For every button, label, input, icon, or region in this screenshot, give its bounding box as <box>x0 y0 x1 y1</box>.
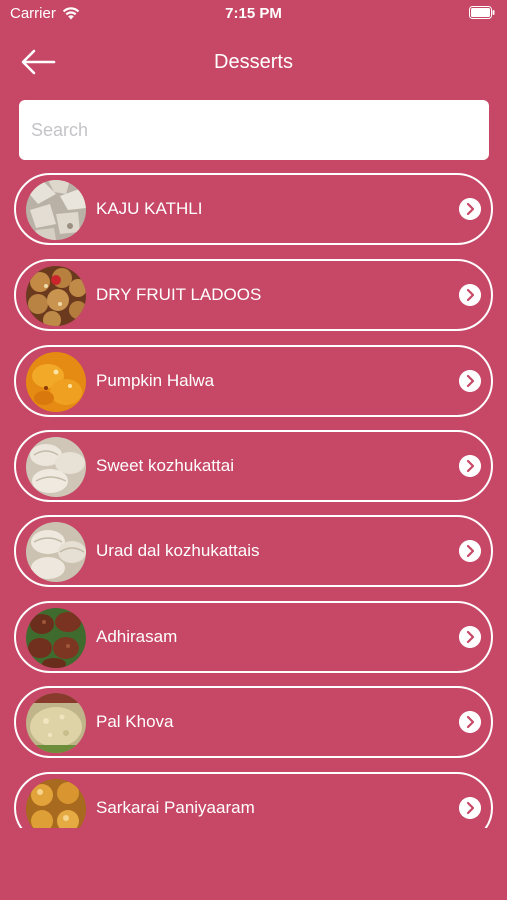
list-item[interactable]: Adhirasam <box>14 601 493 673</box>
chevron-right-icon <box>459 711 481 733</box>
pal-khova-thumbnail <box>26 693 86 753</box>
list-item-label: Pal Khova <box>96 712 174 731</box>
list-item[interactable]: Pal Khova <box>14 686 493 758</box>
navigation-bar: Desserts <box>0 30 507 94</box>
list-item-label: KAJU KATHLI <box>96 199 203 218</box>
list-item-label: Pumpkin Halwa <box>96 371 215 390</box>
kaju-kathli-thumbnail <box>26 180 86 240</box>
chevron-right-icon <box>459 455 481 477</box>
chevron-right-icon <box>459 797 481 819</box>
list-item[interactable]: Pumpkin Halwa <box>14 345 493 417</box>
list-item-label: DRY FRUIT LADOOS <box>96 285 262 304</box>
status-bar: Carrier 7:15 PM <box>0 0 507 30</box>
status-time: 7:15 PM <box>225 5 282 22</box>
page-title: Desserts <box>214 51 293 73</box>
chevron-right-icon <box>459 370 481 392</box>
dessert-list: KAJU KATHLI DRY FRUIT LADOOS Pumpkin Hal… <box>0 168 507 828</box>
chevron-right-icon <box>459 540 481 562</box>
list-item[interactable]: Sarkarai Paniyaaram <box>14 772 493 828</box>
list-item[interactable]: Urad dal kozhukattais <box>14 515 493 587</box>
list-item[interactable]: KAJU KATHLI <box>14 173 493 245</box>
search-input[interactable] <box>19 100 489 160</box>
search-box <box>19 100 489 160</box>
list-item[interactable]: Sweet kozhukattai <box>14 430 493 502</box>
list-item-label: Urad dal kozhukattais <box>96 541 260 560</box>
list-item-label: Sarkarai Paniyaaram <box>96 798 255 817</box>
sarkarai-paniyaaram-thumbnail <box>26 779 86 828</box>
adhirasam-thumbnail <box>26 608 86 668</box>
list-item[interactable]: DRY FRUIT LADOOS <box>14 259 493 331</box>
sweet-kozhukattai-thumbnail <box>26 437 86 497</box>
chevron-right-icon <box>459 198 481 220</box>
chevron-right-icon <box>459 626 481 648</box>
pumpkin-halwa-thumbnail <box>26 352 86 412</box>
urad-dal-kozhukattais-thumbnail <box>26 522 86 582</box>
battery-icon <box>469 6 495 19</box>
dry-fruit-ladoos-thumbnail <box>26 266 86 326</box>
chevron-right-icon <box>459 284 481 306</box>
list-item-label: Adhirasam <box>96 627 178 646</box>
list-item-label: Sweet kozhukattai <box>96 456 234 475</box>
